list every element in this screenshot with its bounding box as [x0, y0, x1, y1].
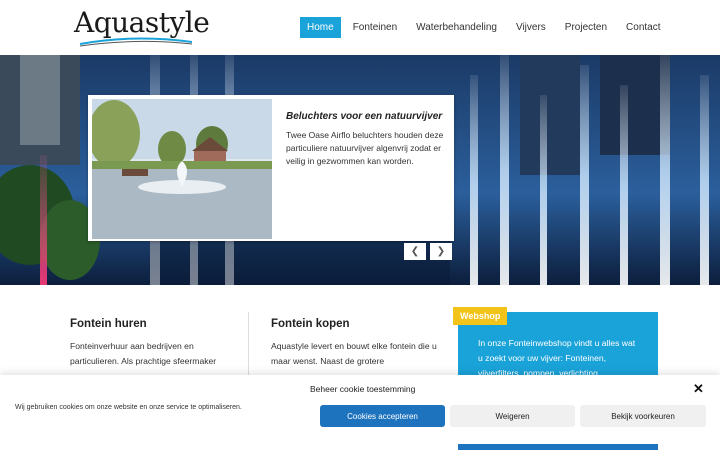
main-nav: Home Fonteinen Waterbehandeling Vijvers …: [300, 17, 673, 38]
nav-contact[interactable]: Contact: [619, 17, 667, 38]
cookie-message: Wij gebruiken cookies om onze website en…: [15, 404, 242, 411]
webshop-panel-bottom: [458, 444, 658, 450]
logo[interactable]: Aquastyle: [74, 6, 210, 50]
column-fontein-kopen: Fontein kopen Aquastyle levert en bouwt …: [271, 318, 441, 369]
slide-text: Twee Oase Airflo beluchters houden deze …: [286, 130, 444, 167]
nav-vijvers[interactable]: Vijvers: [509, 17, 553, 38]
column-text: Fonteinverhuur aan bedrijven en particul…: [70, 341, 217, 367]
slide-card: Beluchters voor een natuurvijver Twee Oa…: [88, 95, 454, 241]
nav-fonteinen[interactable]: Fonteinen: [346, 17, 404, 38]
hero-slider: Beluchters voor een natuurvijver Twee Oa…: [0, 55, 720, 285]
cookie-title: Beheer cookie toestemming: [310, 384, 416, 394]
chevron-left-icon: ❮: [410, 246, 420, 257]
column-fontein-huren: Fontein huren Fonteinverhuur aan bedrijv…: [70, 318, 240, 369]
slide-title: Beluchters voor een natuurvijver: [286, 111, 443, 122]
nav-waterbehandeling[interactable]: Waterbehandeling: [409, 17, 504, 38]
nav-home[interactable]: Home: [300, 17, 341, 38]
slide-pond-image: [92, 99, 272, 239]
slider-prev-button[interactable]: ❮: [404, 243, 426, 260]
cookie-banner: Beheer cookie toestemming ✕ Wij gebruike…: [0, 375, 720, 450]
close-icon[interactable]: ✕: [693, 381, 704, 397]
logo-swoosh-icon: [79, 37, 193, 47]
accept-cookies-button[interactable]: Cookies accepteren: [320, 405, 445, 427]
deny-cookies-button[interactable]: Weigeren: [450, 405, 575, 427]
logo-text: Aquastyle: [74, 6, 210, 39]
slider-next-button[interactable]: ❯: [430, 243, 452, 260]
column-text: Aquastyle levert en bouwt elke fontein d…: [271, 341, 437, 367]
nav-projecten[interactable]: Projecten: [558, 17, 614, 38]
webshop-badge: Webshop: [453, 307, 508, 325]
view-preferences-button[interactable]: Bekijk voorkeuren: [580, 405, 706, 427]
chevron-right-icon: ❯: [436, 246, 446, 257]
site-header: Aquastyle Home Fonteinen Waterbehandelin…: [0, 0, 720, 55]
column-title[interactable]: Fontein kopen: [271, 318, 441, 330]
column-title[interactable]: Fontein huren: [70, 318, 240, 330]
